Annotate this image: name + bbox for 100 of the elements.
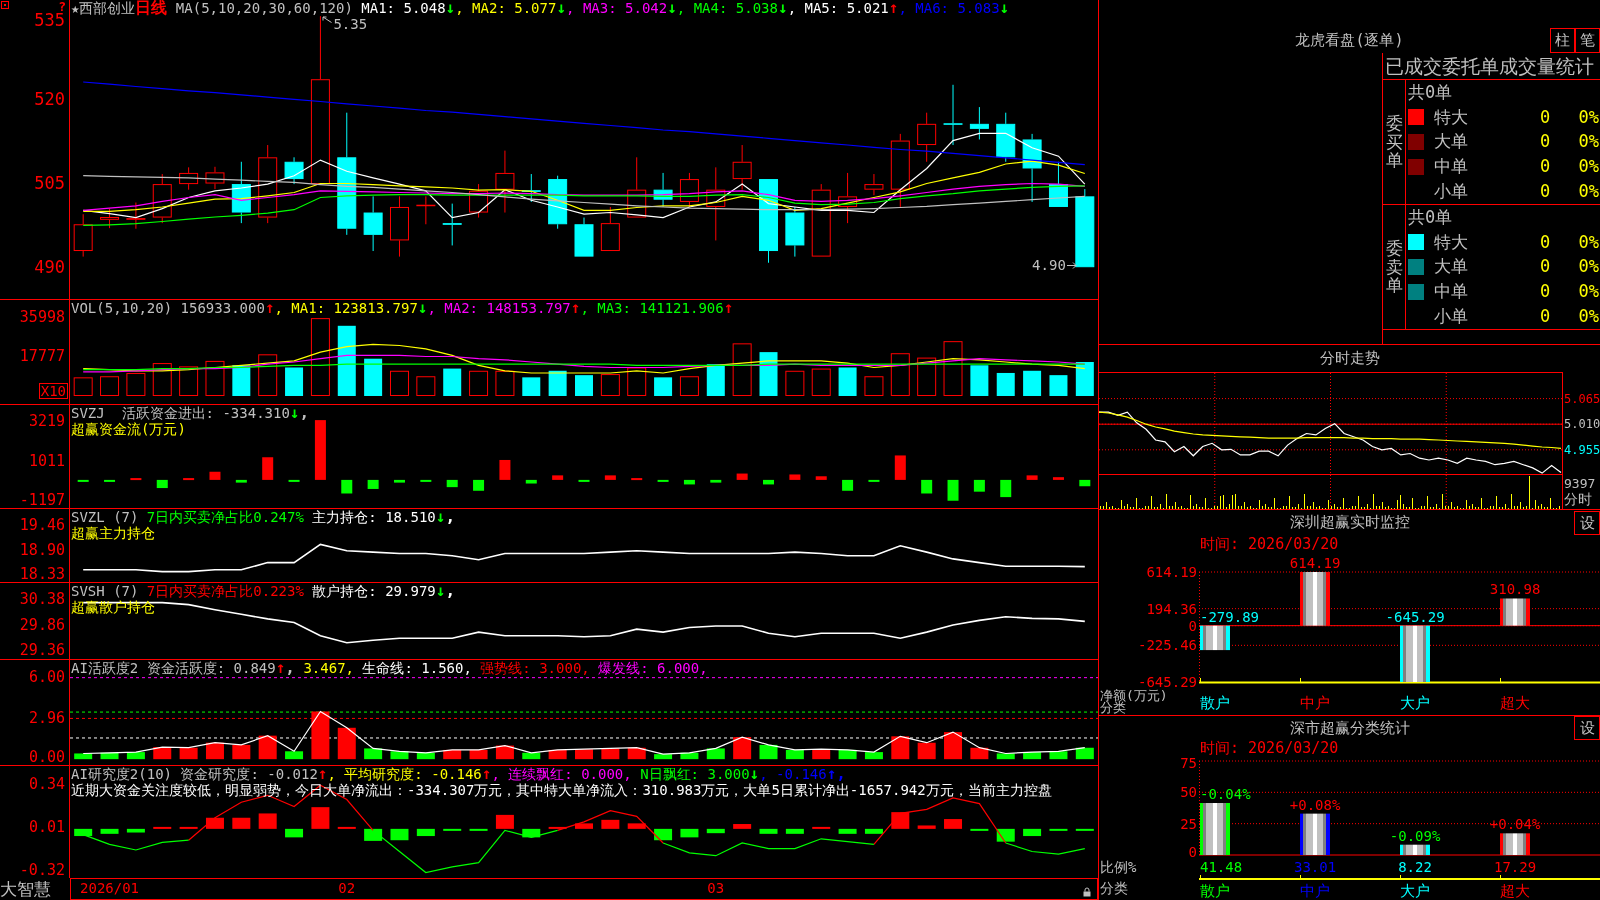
order-count: 0 [1540,258,1552,276]
axis-label: 29.36 [19,643,65,659]
axis-label: 9397 [1564,477,1596,490]
order-percent: 0% [1578,308,1600,326]
axis-label: 0.01 [28,820,65,836]
axis-label: 194.36 [1146,601,1197,616]
indicator-text: SVZL (7) [71,509,139,525]
indicator-text: ★西部创业 [71,0,136,16]
indicator-text: 7日内买卖净占比0.247% [145,509,304,525]
axis-title: 分类 [1100,702,1126,714]
indicator-text: 生命线: 1.560, [361,660,472,676]
indicator-text: , MA1: 123813.797 [274,300,418,316]
total-count: 共0单 [1408,83,1453,101]
indicator-text: 超赢主力持仓 [71,525,155,541]
date-time-label: 时间: 2026/03/20 [1200,536,1339,552]
axis-label: -0.32 [19,863,65,878]
total-count: 共0单 [1408,208,1453,226]
value-label: 17.29 [1494,860,1537,874]
value-label: 41.48 [1200,860,1243,874]
axis-label: 490 [34,258,65,276]
axis-label: 0 [1188,618,1197,633]
axis-label: 75 [1180,756,1197,770]
indicator-text: ↓ [556,0,567,16]
table-title: 已成交委托单成交量统计 [1385,56,1594,76]
order-percent: 0% [1578,233,1600,251]
indicator-text: ↑ [275,660,286,676]
date-label: 2026/01 [80,881,140,896]
axis-label: -645.29 [1138,675,1197,689]
order-count: 0 [1540,283,1552,301]
change-label: +0.04% [1489,817,1541,832]
indicator-text: 超赢资金流(万元) [71,421,186,437]
indicator-text: 7日内买卖净占比0.223% [145,583,304,599]
category-label: 散户 [1200,695,1230,711]
axis-label: 5.010 [1564,418,1600,432]
order-percent: 0% [1578,133,1600,151]
axis-title: 比例% [1100,860,1137,874]
axis-label: 29.86 [19,618,65,633]
indicator-text: ↓ [445,0,456,16]
section-title: 深圳超赢实时监控 [1289,515,1410,530]
axis-label: 18.90 [19,543,65,559]
indicator-text: ↓ [999,0,1010,16]
indicator-text: AI活跃度2 资金活跃度: 0.849 [71,660,276,676]
indicator-text: 爆发线: 6.000, [597,660,708,676]
indicator-text: 超赢散户持仓 [71,599,155,615]
indicator-text: N日飘红: 3.000 [639,766,750,782]
panel-title: 龙虎看盘(逐单) [1295,33,1404,48]
indicator-text: ↓ [749,766,760,782]
order-percent: 0% [1578,183,1600,201]
indicator-text: 散户持仓: 29.979 [311,583,436,599]
change-label: +0.08% [1289,797,1341,812]
axis-label: -1197 [19,493,65,508]
axis-label: 2.96 [28,711,65,727]
axis-label: 30.38 [19,591,65,607]
axis-label: 6.00 [28,670,65,686]
indicator-text: , MA4: 5.038 [676,0,778,16]
order-type-label: 大单 [1434,133,1469,151]
indicator-text: SVZJ 活跃资金进出: -334.310 [71,405,290,421]
indicator-text: , [285,660,295,676]
indicator-text: , MA3: 5.042 [566,0,668,16]
indicator-text: ↓ [289,405,300,421]
category-label: 超大 [1500,695,1530,711]
indicator-text: , 平均研究度: -0.146 [327,766,482,782]
order-percent: 0% [1578,258,1600,276]
order-type-label: 小单 [1434,183,1469,201]
indicator-text: ↑ [317,766,328,782]
order-type-label: 大单 [1434,258,1469,276]
section-title: 分时走势 [1319,351,1380,366]
axis-label: 0.00 [28,750,65,765]
category-label: 大户 [1400,883,1430,899]
indicator-text: MA(5,10,20,30,60,120) [174,0,353,16]
indicator-text: ↑ [570,300,581,316]
indicator-text: ↑ [888,0,899,16]
order-type-label: 中单 [1434,158,1469,176]
value-label: -645.29 [1385,609,1445,624]
category-label: 散户 [1200,883,1230,899]
axis-label: 505 [34,175,65,192]
order-count: 0 [1540,183,1552,201]
order-type-label: 中单 [1434,283,1469,301]
order-count: 0 [1540,108,1552,126]
indicator-text: , [445,583,455,599]
indicator-text: MA1: 5.048 [360,0,446,16]
axis-label: 50 [1180,785,1197,800]
value-label: 614.19 [1289,556,1341,570]
indicator-text: ↓ [778,0,788,16]
category-label: 大户 [1400,695,1430,711]
axis-label: 5.065 [1564,392,1600,406]
indicator-text: , [836,766,846,782]
price-annotation: 4.90 [1032,258,1066,273]
indicator-text: AI研究度2(10) 资金研究度: -0.012 [71,766,318,782]
category-label: 中户 [1300,883,1330,899]
order-count: 0 [1540,308,1552,326]
indicator-text: VOL(5,10,20) 156933.000 [71,300,265,316]
axis-label: 25 [1180,816,1197,831]
indicator-text: 3.467, [302,660,354,676]
indicator-text: , MA5: 5.021 [787,0,889,16]
axis-label: 分时 [1564,492,1592,507]
axis-label: 19.46 [19,517,65,533]
indicator-text: ↑ [826,766,837,782]
indicator-text: SVSH (7) [71,583,139,599]
axis-label: 17777 [19,349,65,365]
